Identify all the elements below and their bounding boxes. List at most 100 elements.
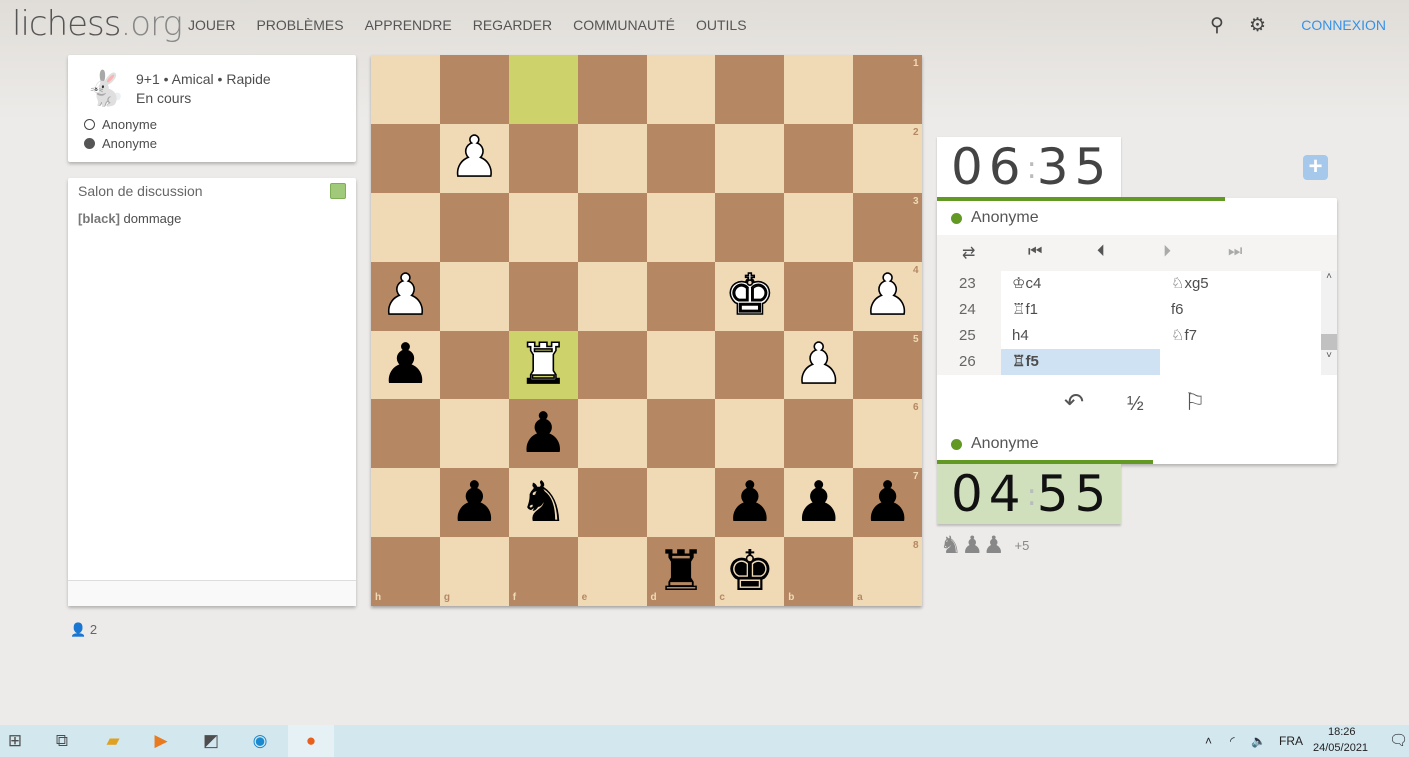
- square-c6[interactable]: [715, 399, 785, 469]
- chat-input[interactable]: [68, 580, 356, 606]
- square-h8[interactable]: [371, 537, 440, 606]
- white-pawn-b5[interactable]: ♟: [784, 331, 853, 400]
- nav-communaute[interactable]: COMMUNAUTÉ: [573, 17, 675, 33]
- last-move-icon[interactable]: ⏭: [1228, 243, 1242, 261]
- white-move[interactable]: ♖f1: [1001, 297, 1160, 323]
- nav-regarder[interactable]: REGARDER: [473, 17, 552, 33]
- windows-start-icon[interactable]: ⊞: [3, 729, 27, 753]
- square-a3[interactable]: [853, 192, 922, 262]
- language-indicator[interactable]: FRA: [1279, 734, 1303, 748]
- media-player-icon[interactable]: ▶: [149, 729, 173, 753]
- square-d6[interactable]: [646, 399, 716, 469]
- square-a2[interactable]: [853, 123, 922, 193]
- square-h7[interactable]: [371, 468, 440, 538]
- square-a5[interactable]: [853, 330, 922, 400]
- black-move[interactable]: [1160, 349, 1320, 375]
- square-a1[interactable]: [853, 55, 922, 124]
- white-player[interactable]: Anonyme: [84, 117, 157, 132]
- nav-apprendre[interactable]: APPRENDRE: [365, 17, 452, 33]
- search-icon[interactable]: ⚲: [1210, 14, 1224, 37]
- wifi-icon[interactable]: ◜: [1230, 734, 1235, 748]
- black-pawn-f6[interactable]: ♟: [509, 399, 578, 468]
- opponent-name[interactable]: Anonyme: [951, 209, 1039, 227]
- square-f4[interactable]: [508, 261, 578, 331]
- square-h2[interactable]: [371, 123, 440, 193]
- square-e5[interactable]: [577, 330, 647, 400]
- white-pawn-g2[interactable]: ♟: [440, 124, 509, 193]
- square-f2[interactable]: [508, 123, 578, 193]
- square-c5[interactable]: [715, 330, 785, 400]
- login-button[interactable]: CONNEXION: [1301, 17, 1386, 33]
- square-c2[interactable]: [715, 123, 785, 193]
- white-move[interactable]: ♔c4: [1001, 271, 1160, 297]
- white-pawn-a4[interactable]: ♟: [853, 262, 922, 331]
- clock-time[interactable]: 18:26: [1328, 726, 1356, 738]
- square-f8[interactable]: [508, 537, 578, 606]
- chat-toggle[interactable]: [330, 183, 346, 199]
- black-pawn-g7[interactable]: ♟: [440, 468, 509, 537]
- square-c1[interactable]: [715, 55, 785, 124]
- black-pawn-h5[interactable]: ♟: [371, 331, 440, 400]
- square-g1[interactable]: [439, 55, 509, 124]
- square-e7[interactable]: [577, 468, 647, 538]
- white-move[interactable]: ♖f5: [1001, 349, 1160, 375]
- square-e8[interactable]: [577, 537, 647, 606]
- square-d5[interactable]: [646, 330, 716, 400]
- square-a8[interactable]: [853, 537, 922, 606]
- nav-problemes[interactable]: PROBLÈMES: [256, 17, 343, 33]
- square-e2[interactable]: [577, 123, 647, 193]
- resign-flag-button[interactable]: ⚐: [1184, 388, 1206, 417]
- square-e1[interactable]: [577, 55, 647, 124]
- nav-jouer[interactable]: JOUER: [188, 17, 235, 33]
- black-pawn-b7[interactable]: ♟: [784, 468, 853, 537]
- square-f1[interactable]: [508, 55, 578, 124]
- square-b1[interactable]: [784, 55, 854, 124]
- black-king-c8[interactable]: ♚: [715, 537, 784, 606]
- square-e3[interactable]: [577, 192, 647, 262]
- square-e6[interactable]: [577, 399, 647, 469]
- square-e4[interactable]: [577, 261, 647, 331]
- draw-offer-button[interactable]: ½: [1127, 393, 1144, 416]
- black-knight-f7[interactable]: ♞: [509, 468, 578, 537]
- square-f3[interactable]: [508, 192, 578, 262]
- square-g8[interactable]: [439, 537, 509, 606]
- file-explorer-icon[interactable]: ▰: [101, 729, 125, 753]
- app-icon[interactable]: ◩: [199, 729, 223, 753]
- square-c3[interactable]: [715, 192, 785, 262]
- add-time-button[interactable]: +: [1303, 155, 1328, 180]
- square-b8[interactable]: [784, 537, 854, 606]
- black-move[interactable]: f6: [1160, 297, 1320, 323]
- black-move[interactable]: ♘xg5: [1160, 271, 1320, 297]
- white-pawn-h4[interactable]: ♟: [371, 262, 440, 331]
- prev-move-icon[interactable]: ⏴: [1097, 243, 1105, 261]
- logo[interactable]: lichess.org: [12, 4, 183, 44]
- square-d3[interactable]: [646, 192, 716, 262]
- square-d2[interactable]: [646, 123, 716, 193]
- volume-icon[interactable]: 🔈: [1251, 734, 1266, 748]
- white-king-c4[interactable]: ♚: [715, 262, 784, 331]
- chess-board[interactable]: h g f e d c b a 1 2 3 4 5 6 7 8 ♟ ♟ ♚ ♟ ♟ ♜ ♟ ♟ ♟ ♞ ♟ ♟ ♟ ♜ ♚: [371, 55, 922, 606]
- nav-outils[interactable]: OUTILS: [696, 17, 747, 33]
- square-d7[interactable]: [646, 468, 716, 538]
- task-view-icon[interactable]: ⧉: [50, 729, 74, 753]
- square-d1[interactable]: [646, 55, 716, 124]
- square-b3[interactable]: [784, 192, 854, 262]
- black-move[interactable]: ♘f7: [1160, 323, 1320, 349]
- white-rook-f5[interactable]: ♜: [509, 331, 578, 400]
- first-move-icon[interactable]: ⏮: [1028, 243, 1042, 261]
- black-player[interactable]: Anonyme: [84, 136, 157, 151]
- square-g3[interactable]: [439, 192, 509, 262]
- square-g4[interactable]: [439, 261, 509, 331]
- square-h3[interactable]: [371, 192, 440, 262]
- takeback-button[interactable]: ↶: [1064, 388, 1084, 417]
- square-g5[interactable]: [439, 330, 509, 400]
- square-b6[interactable]: [784, 399, 854, 469]
- player-name-bottom[interactable]: Anonyme: [951, 435, 1039, 453]
- gear-icon[interactable]: ⚙: [1249, 14, 1266, 37]
- firefox-icon[interactable]: ●: [288, 725, 334, 757]
- flip-board-icon[interactable]: ⇄: [962, 243, 975, 263]
- black-pawn-c7[interactable]: ♟: [715, 468, 784, 537]
- move-list-scrollbar[interactable]: ˄ ˅: [1321, 271, 1337, 375]
- clock-date[interactable]: 24/05/2021: [1313, 742, 1368, 754]
- white-move[interactable]: h4: [1001, 323, 1160, 349]
